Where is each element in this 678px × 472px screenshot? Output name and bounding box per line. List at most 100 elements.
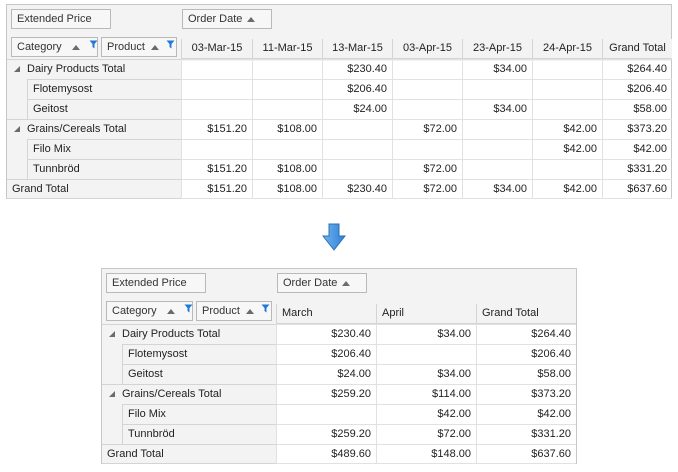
column-header-month[interactable]: April: [376, 304, 476, 324]
value-cell: [181, 59, 252, 79]
grand-total-cell: $42.00: [476, 404, 576, 424]
row-header-grand-total[interactable]: Grand Total: [102, 444, 276, 464]
value-cell: [392, 79, 462, 99]
row-header-product[interactable]: Tunnbröd: [27, 159, 181, 179]
row-header-indent: [102, 344, 122, 364]
table-row: Tunnbröd $151.20 $108.00 $72.00 $331.20: [7, 159, 672, 179]
row-header-indent: [7, 139, 27, 159]
row-header-label: Geitost: [128, 368, 163, 380]
table-row: Tunnbröd $259.20 $72.00 $331.20: [102, 424, 576, 444]
sort-ascending-icon: [246, 309, 254, 314]
value-cell: $230.40: [276, 324, 376, 344]
value-cell: $72.00: [392, 119, 462, 139]
grand-total-cell: $42.00: [602, 139, 672, 159]
data-field-extended-price[interactable]: Extended Price: [11, 9, 111, 29]
row-header-indent: [7, 99, 27, 119]
value-cell: [322, 119, 392, 139]
row-header-label: Tunnbröd: [128, 428, 175, 440]
expand-collapse-icon[interactable]: [109, 391, 115, 397]
value-cell: [392, 99, 462, 119]
value-cell: $108.00: [252, 119, 322, 139]
row-field-label: Product: [107, 41, 145, 53]
sort-ascending-icon: [167, 309, 175, 314]
sort-ascending-icon: [342, 281, 350, 286]
filter-icon[interactable]: [184, 304, 193, 313]
row-header-product[interactable]: Flotemysost: [122, 344, 276, 364]
column-header-date[interactable]: 23-Apr-15: [462, 39, 532, 59]
row-header-category-total[interactable]: Grains/Cereals Total: [7, 119, 181, 139]
row-header-label: Grains/Cereals Total: [27, 123, 127, 135]
value-cell: $34.00: [376, 324, 476, 344]
row-header-label: Filo Mix: [33, 143, 71, 155]
row-header-label: Geitost: [33, 103, 68, 115]
sort-ascending-icon: [72, 45, 80, 50]
row-field-label: Product: [202, 305, 240, 317]
column-field-order-date[interactable]: Order Date: [182, 9, 272, 29]
row-header-indent: [102, 424, 122, 444]
table-row: Geitost $24.00 $34.00 $58.00: [102, 364, 576, 384]
row-header-label: Dairy Products Total: [122, 328, 221, 340]
row-header-product[interactable]: Geitost: [27, 99, 181, 119]
grand-total-cell: $331.20: [476, 424, 576, 444]
value-cell: [532, 159, 602, 179]
table-row: Dairy Products Total $230.40 $34.00 $264…: [7, 59, 672, 79]
row-header-label: Dairy Products Total: [27, 63, 126, 75]
column-header-month[interactable]: March: [276, 304, 376, 324]
value-cell: $151.20: [181, 159, 252, 179]
column-header-date[interactable]: 24-Apr-15: [532, 39, 602, 59]
grand-total-cell: $58.00: [476, 364, 576, 384]
filter-icon[interactable]: [166, 40, 175, 49]
row-field-category[interactable]: Category: [106, 301, 193, 321]
value-cell: $24.00: [322, 99, 392, 119]
table-row: Filo Mix $42.00 $42.00: [7, 139, 672, 159]
row-header-category-total[interactable]: Grains/Cereals Total: [102, 384, 276, 404]
column-header-grand-total[interactable]: Grand Total: [602, 39, 672, 59]
column-header-date[interactable]: 03-Apr-15: [392, 39, 462, 59]
row-header-category-total[interactable]: Dairy Products Total: [7, 59, 181, 79]
value-cell: [532, 79, 602, 99]
column-header-date[interactable]: 03-Mar-15: [181, 39, 252, 59]
value-cell: [252, 79, 322, 99]
filter-icon[interactable]: [261, 304, 270, 313]
value-cell: [252, 99, 322, 119]
value-cell: $151.20: [181, 179, 252, 199]
row-header-product[interactable]: Filo Mix: [27, 139, 181, 159]
value-cell: $72.00: [392, 179, 462, 199]
row-header-product[interactable]: Flotemysost: [27, 79, 181, 99]
value-cell: $42.00: [376, 404, 476, 424]
row-header-grand-total[interactable]: Grand Total: [7, 179, 181, 199]
value-cell: $34.00: [376, 364, 476, 384]
value-cell: $34.00: [462, 59, 532, 79]
column-field-order-date[interactable]: Order Date: [277, 273, 367, 293]
sort-ascending-icon: [151, 45, 159, 50]
value-cell: [392, 139, 462, 159]
data-field-extended-price[interactable]: Extended Price: [106, 273, 206, 293]
column-header-date[interactable]: 11-Mar-15: [252, 39, 322, 59]
column-header-grand-total[interactable]: Grand Total: [476, 304, 576, 324]
grand-total-cell: $206.40: [602, 79, 672, 99]
column-field-label: Order Date: [283, 277, 338, 289]
grand-total-cell: $331.20: [602, 159, 672, 179]
filter-icon[interactable]: [89, 40, 98, 49]
grand-total-cell: $637.60: [476, 444, 576, 464]
column-header-date[interactable]: 13-Mar-15: [322, 39, 392, 59]
row-header-category-total[interactable]: Dairy Products Total: [102, 324, 276, 344]
expand-collapse-icon[interactable]: [14, 66, 20, 72]
row-field-label: Category: [17, 41, 62, 53]
table-row: Geitost $24.00 $34.00 $58.00: [7, 99, 672, 119]
row-header-product[interactable]: Geitost: [122, 364, 276, 384]
value-cell: $34.00: [462, 99, 532, 119]
value-cell: $259.20: [276, 384, 376, 404]
value-cell: [532, 59, 602, 79]
row-field-product[interactable]: Product: [196, 301, 272, 321]
grand-total-cell: $373.20: [602, 119, 672, 139]
row-field-category[interactable]: Category: [11, 37, 98, 57]
row-field-product[interactable]: Product: [101, 37, 177, 57]
row-header-product[interactable]: Filo Mix: [122, 404, 276, 424]
value-cell: $72.00: [392, 159, 462, 179]
grand-total-cell: $264.40: [476, 324, 576, 344]
expand-collapse-icon[interactable]: [14, 126, 20, 132]
row-header-product[interactable]: Tunnbröd: [122, 424, 276, 444]
expand-collapse-icon[interactable]: [109, 331, 115, 337]
value-cell: [462, 159, 532, 179]
